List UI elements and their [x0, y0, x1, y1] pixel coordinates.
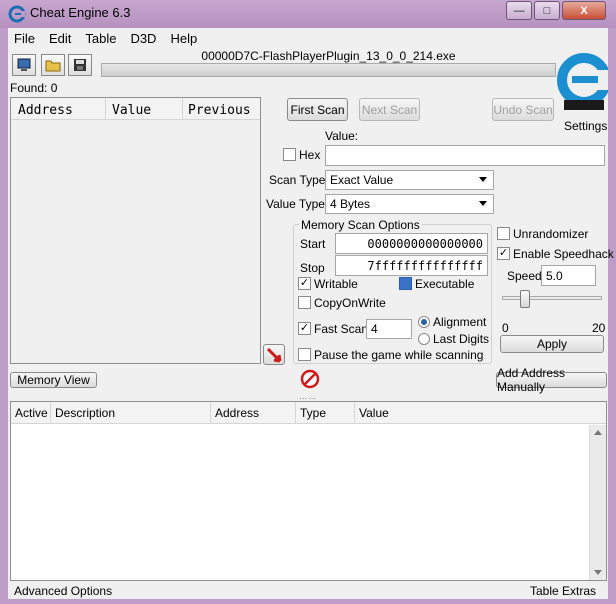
unrandomizer-label: Unrandomizer — [513, 227, 589, 241]
start-address-input[interactable]: 0000000000000000 — [335, 233, 488, 254]
fast-scan-label: Fast Scan — [314, 322, 369, 336]
undo-scan-button[interactable]: Undo Scan — [492, 98, 554, 121]
folder-icon — [45, 60, 61, 72]
writable-label: Writable — [314, 277, 358, 291]
next-scan-button[interactable]: Next Scan — [359, 98, 420, 121]
alignment-label: Alignment — [433, 315, 487, 329]
process-name: 00000D7C-FlashPlayerPlugin_13_0_0_214.ex… — [201, 49, 456, 63]
menu-d3d[interactable]: D3D — [124, 29, 164, 47]
pause-game-label: Pause the game while scanning — [314, 348, 484, 362]
settings-label[interactable]: Settings — [564, 119, 607, 133]
column-description[interactable]: Description — [55, 406, 115, 420]
column-divider — [210, 402, 211, 424]
window-frame-bottom — [0, 599, 616, 604]
value-type-value: 4 Bytes — [330, 197, 371, 211]
hex-label: Hex — [299, 148, 321, 162]
advanced-options-link[interactable]: Advanced Options — [14, 584, 112, 598]
menu-file[interactable]: File — [8, 29, 43, 47]
executable-label: Executable — [415, 277, 475, 291]
last-digits-label: Last Digits — [433, 332, 490, 346]
copyonwrite-checkbox[interactable] — [298, 296, 311, 309]
scan-type-select[interactable]: Exact Value — [325, 170, 494, 190]
speed-slider-thumb[interactable] — [520, 290, 530, 308]
address-table[interactable]: Active Description Address Type Value — [10, 401, 607, 581]
speed-input[interactable]: 5.0 — [541, 265, 596, 286]
copyonwrite-label: CopyOnWrite — [314, 296, 386, 310]
add-address-manually-button[interactable]: Add Address Manually — [496, 366, 607, 394]
speed-label: Speed — [507, 269, 542, 283]
alignment-radio[interactable] — [418, 316, 430, 328]
column-address[interactable]: Address — [215, 406, 259, 420]
enable-speedhack-checkbox[interactable]: ✓ — [497, 247, 510, 260]
cheat-engine-logo-icon — [8, 5, 26, 23]
start-label: Start — [300, 237, 326, 251]
scroll-up-icon[interactable] — [594, 430, 602, 435]
window-title: Cheat Engine 6.3 — [30, 5, 131, 20]
slider-min-label: 0 — [502, 321, 509, 335]
memory-view-button[interactable]: Memory View — [10, 372, 97, 388]
fast-scan-alignment-input[interactable]: 4 — [366, 319, 412, 339]
fast-scan-checkbox[interactable]: ✓ — [298, 322, 311, 335]
chevron-down-icon — [479, 201, 487, 206]
speed-slider-track[interactable] — [502, 296, 602, 300]
last-digits-radio[interactable] — [418, 333, 430, 345]
chevron-down-icon — [479, 177, 487, 182]
column-divider — [182, 98, 183, 120]
save-button[interactable] — [68, 54, 92, 76]
unrandomizer-checkbox[interactable] — [497, 227, 510, 240]
apply-speedhack-button[interactable]: Apply — [500, 335, 604, 353]
menu-table[interactable]: Table — [79, 29, 124, 47]
value-type-label: Value Type — [266, 197, 325, 211]
close-button[interactable]: X — [562, 1, 606, 20]
computer-icon — [17, 58, 31, 71]
column-divider — [105, 98, 106, 120]
scan-type-label: Scan Type — [269, 173, 326, 187]
scan-type-value: Exact Value — [330, 173, 394, 187]
vertical-scrollbar[interactable] — [589, 425, 606, 580]
cheat-engine-settings-icon[interactable] — [556, 50, 608, 116]
slider-max-label: 20 — [592, 321, 606, 335]
menu-bar: File Edit Table D3D Help — [8, 29, 205, 47]
stop-address-input[interactable]: 7fffffffffffffff — [335, 255, 488, 276]
value-input[interactable] — [325, 145, 605, 166]
add-to-list-button[interactable] — [263, 344, 285, 365]
found-count: Found: 0 — [10, 81, 58, 95]
scroll-down-icon[interactable] — [594, 570, 602, 575]
window-frame-left — [0, 28, 8, 604]
memory-scan-options-title: Memory Scan Options — [299, 218, 422, 232]
column-value[interactable]: Value — [359, 406, 389, 420]
minimize-button[interactable]: — — [506, 1, 532, 20]
stop-icon[interactable] — [300, 369, 320, 389]
column-address[interactable]: Address — [18, 103, 73, 118]
red-arrow-icon — [266, 347, 282, 362]
enable-speedhack-label: Enable Speedhack — [513, 247, 614, 261]
value-type-select[interactable]: 4 Bytes — [325, 194, 494, 214]
results-list[interactable]: Address Value Previous — [10, 97, 261, 364]
stop-label: Stop — [300, 261, 325, 275]
table-extras-link[interactable]: Table Extras — [530, 584, 596, 598]
column-divider — [354, 402, 355, 424]
column-type[interactable]: Type — [300, 406, 326, 420]
column-divider — [50, 402, 51, 424]
writable-checkbox[interactable]: ✓ — [298, 277, 311, 290]
column-divider — [295, 402, 296, 424]
scan-progress-bar — [101, 63, 556, 77]
floppy-disk-icon — [74, 59, 86, 71]
open-process-button[interactable] — [12, 54, 36, 76]
open-file-button[interactable] — [41, 54, 65, 76]
executable-checkbox[interactable] — [399, 277, 412, 290]
column-active[interactable]: Active — [15, 406, 48, 420]
column-previous[interactable]: Previous — [188, 103, 251, 118]
window-frame-right — [608, 28, 616, 604]
menu-edit[interactable]: Edit — [43, 29, 79, 47]
menu-help[interactable]: Help — [164, 29, 205, 47]
pause-game-checkbox[interactable] — [298, 348, 311, 361]
value-label: Value: — [325, 129, 359, 143]
hex-checkbox[interactable] — [283, 148, 296, 161]
column-value[interactable]: Value — [112, 103, 151, 118]
first-scan-button[interactable]: First Scan — [287, 98, 348, 121]
maximize-button[interactable]: □ — [534, 1, 560, 20]
